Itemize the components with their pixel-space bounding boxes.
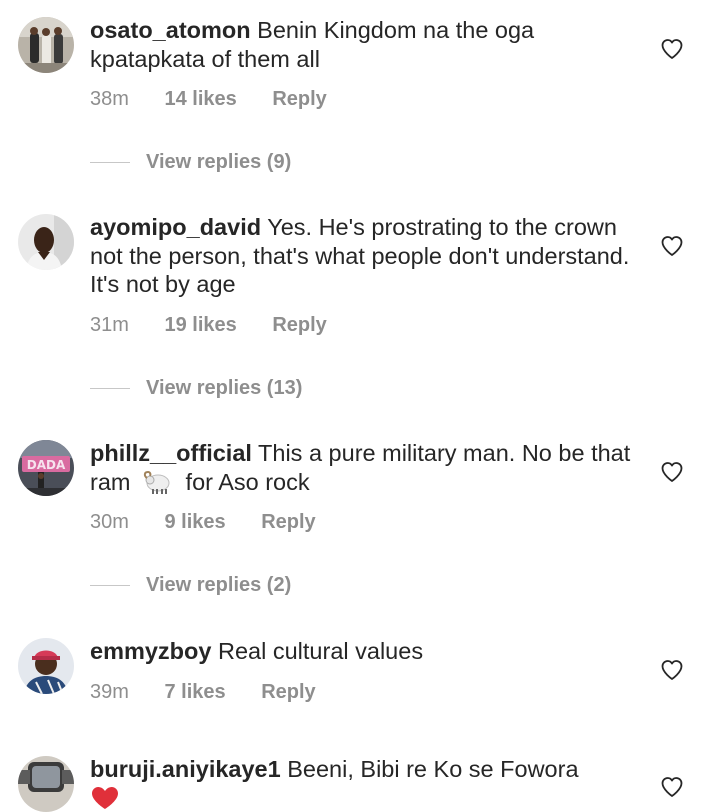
comment-username[interactable]: buruji.aniyikaye1 — [90, 756, 281, 782]
reply-button[interactable]: Reply — [261, 680, 315, 704]
avatar-watch-icon — [18, 756, 74, 812]
comment-time: 30m — [90, 511, 129, 533]
avatar[interactable] — [18, 638, 74, 694]
comment-text: buruji.aniyikaye1 Beeni, Bibi re Ko se F… — [90, 755, 640, 812]
comment-text: osato_atomon Benin Kingdom na the oga kp… — [90, 16, 640, 73]
reply-button[interactable]: Reply — [272, 313, 326, 337]
comment-text: emmyzboy Real cultural values — [90, 637, 640, 666]
ram-emoji-icon — [143, 470, 170, 494]
comment-meta: 30m 9 likes Reply — [90, 510, 316, 534]
svg-text:DADA: DADA — [27, 458, 66, 472]
comment-username[interactable]: phillz__official — [90, 440, 252, 466]
comment-body: Beeni, Bibi re Ko se Fowora — [287, 756, 579, 782]
reply-button[interactable]: Reply — [272, 87, 326, 111]
heart-outline-icon[interactable] — [660, 775, 684, 799]
replies-divider-line — [90, 585, 130, 587]
heart-outline-icon[interactable] — [660, 37, 684, 61]
comment-time: 38m — [90, 88, 129, 110]
avatar[interactable] — [18, 214, 74, 270]
comment-meta: 31m 19 likes Reply — [90, 313, 327, 337]
comment-meta: 38m 14 likes Reply — [90, 87, 327, 111]
comment-likes[interactable]: 7 likes — [164, 680, 225, 704]
heart-outline-icon[interactable] — [660, 658, 684, 682]
heart-outline-icon[interactable] — [660, 460, 684, 484]
comment-likes[interactable]: 9 likes — [164, 510, 225, 534]
comment-time: 39m — [90, 681, 129, 703]
comment-username[interactable]: emmyzboy — [90, 638, 211, 664]
replies-divider-line — [90, 162, 130, 164]
reply-button[interactable]: Reply — [261, 510, 315, 534]
heart-outline-icon[interactable] — [660, 234, 684, 258]
view-replies-label: View replies (13) — [146, 377, 303, 399]
view-replies-button[interactable]: View replies (2) — [90, 573, 291, 597]
comment-body-after: for Aso rock — [185, 468, 310, 495]
avatar-portrait-icon — [18, 214, 74, 270]
avatar-group-photo-icon — [18, 17, 74, 73]
comment-meta: 39m 7 likes Reply — [90, 680, 316, 704]
red-heart-emoji-icon — [92, 786, 118, 809]
avatar-man-cap-icon — [18, 638, 74, 694]
comment-likes[interactable]: 14 likes — [164, 87, 236, 111]
view-replies-label: View replies (2) — [146, 574, 292, 596]
avatar-dada-sign-icon: DADA — [18, 440, 74, 496]
replies-divider-line — [90, 388, 130, 390]
view-replies-button[interactable]: View replies (13) — [90, 376, 302, 400]
comment-text: phillz__official This a pure military ma… — [90, 439, 640, 496]
avatar[interactable]: DADA — [18, 440, 74, 496]
view-replies-button[interactable]: View replies (9) — [90, 150, 291, 174]
view-replies-label: View replies (9) — [146, 151, 292, 173]
avatar[interactable] — [18, 17, 74, 73]
comment-time: 31m — [90, 314, 129, 336]
comment-likes[interactable]: 19 likes — [164, 313, 236, 337]
avatar[interactable] — [18, 756, 74, 812]
comment-body: Real cultural values — [218, 638, 424, 664]
comment-username[interactable]: osato_atomon — [90, 17, 251, 43]
comment-text: ayomipo_david Yes. He's prostrating to t… — [90, 213, 640, 299]
comment-username[interactable]: ayomipo_david — [90, 214, 261, 240]
